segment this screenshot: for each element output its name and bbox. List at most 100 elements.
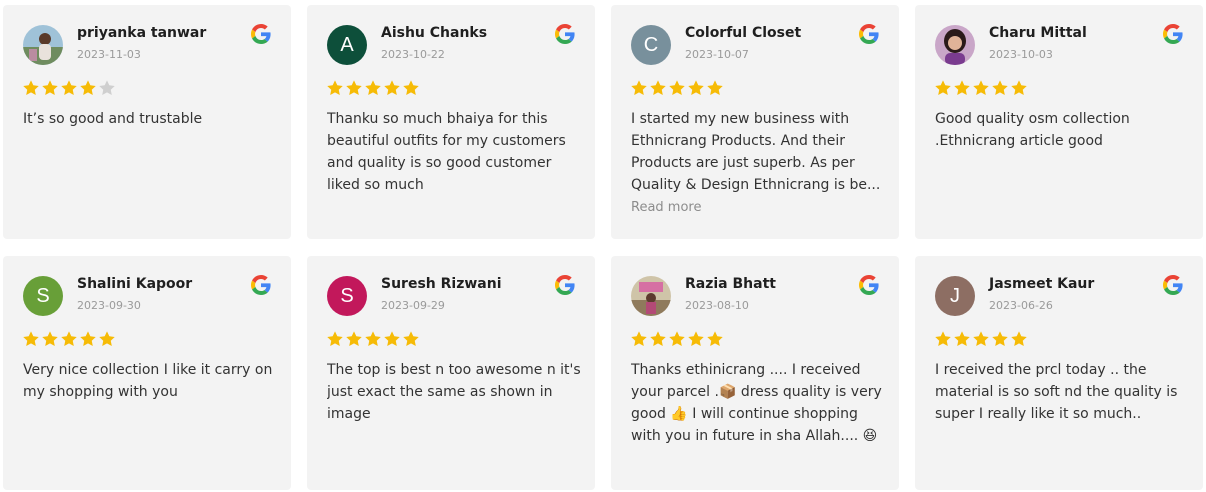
- google-g-icon: [1163, 275, 1183, 295]
- star-filled-icon: [1011, 80, 1027, 96]
- review-text: The top is best n too awesome n it's jus…: [327, 362, 581, 422]
- review-text: I received the prcl today .. the materia…: [935, 362, 1178, 422]
- review-text: It’s so good and trustable: [23, 111, 203, 127]
- star-filled-icon: [631, 331, 647, 347]
- star-filled-icon: [669, 331, 685, 347]
- review-card: priyanka tanwar 2023-11-03 It’s so good …: [3, 5, 291, 239]
- read-more-link[interactable]: Read more: [631, 200, 701, 215]
- star-filled-icon: [650, 331, 666, 347]
- review-text: Good quality osm collection .Ethnicrang …: [935, 111, 1130, 149]
- avatar-letter: C: [643, 33, 659, 56]
- reviews-grid: priyanka tanwar 2023-11-03 It’s so good …: [0, 0, 1206, 492]
- star-filled-icon: [707, 80, 723, 96]
- reviewer-name: Colorful Closet: [685, 25, 802, 41]
- star-filled-icon: [23, 80, 39, 96]
- star-rating: [326, 330, 420, 348]
- avatar: [631, 276, 671, 316]
- star-rating: [22, 79, 116, 97]
- star-rating: [326, 79, 420, 97]
- star-filled-icon: [61, 80, 77, 96]
- review-date: 2023-10-03: [989, 48, 1053, 61]
- google-g-icon: [859, 275, 879, 295]
- star-rating: [630, 79, 724, 97]
- reviewer-name: Aishu Chanks: [381, 25, 488, 41]
- review-card: Razia Bhatt 2023-08-10 Thanks ethinicran…: [611, 256, 899, 490]
- review-card: A Aishu Chanks 2023-10-22 Thanku so much…: [307, 5, 595, 239]
- review-date: 2023-11-03: [77, 48, 141, 61]
- star-filled-icon: [650, 80, 666, 96]
- star-filled-icon: [365, 331, 381, 347]
- star-empty-icon: [99, 80, 115, 96]
- star-filled-icon: [688, 331, 704, 347]
- star-rating: [934, 79, 1028, 97]
- star-filled-icon: [992, 331, 1008, 347]
- review-date: 2023-09-29: [381, 299, 445, 312]
- avatar-letter: A: [340, 33, 354, 56]
- star-rating: [22, 330, 116, 348]
- reviewer-name: Razia Bhatt: [685, 276, 776, 292]
- star-rating: [934, 330, 1028, 348]
- google-g-icon: [859, 24, 879, 44]
- star-filled-icon: [384, 331, 400, 347]
- reviewer-name: Shalini Kapoor: [77, 276, 193, 292]
- avatar: S: [23, 276, 63, 316]
- star-filled-icon: [954, 331, 970, 347]
- review-date: 2023-10-07: [685, 48, 749, 61]
- star-filled-icon: [403, 331, 419, 347]
- review-date: 2023-06-26: [989, 299, 1053, 312]
- avatar: [935, 25, 975, 65]
- star-filled-icon: [365, 80, 381, 96]
- star-filled-icon: [346, 331, 362, 347]
- reviewer-name: Charu Mittal: [989, 25, 1087, 41]
- star-filled-icon: [935, 80, 951, 96]
- review-date: 2023-09-30: [77, 299, 141, 312]
- star-filled-icon: [80, 331, 96, 347]
- star-filled-icon: [384, 80, 400, 96]
- google-g-icon: [1163, 24, 1183, 44]
- avatar: S: [327, 276, 367, 316]
- star-filled-icon: [61, 331, 77, 347]
- star-filled-icon: [688, 80, 704, 96]
- avatar-letter: S: [340, 284, 354, 307]
- google-g-icon: [251, 24, 271, 44]
- review-text: Very nice collection I like it carry on …: [23, 362, 273, 400]
- reviewer-name: Jasmeet Kaur: [989, 276, 1095, 292]
- star-filled-icon: [992, 80, 1008, 96]
- star-filled-icon: [707, 331, 723, 347]
- reviewer-name: Suresh Rizwani: [381, 276, 502, 292]
- star-filled-icon: [669, 80, 685, 96]
- star-filled-icon: [42, 80, 58, 96]
- star-filled-icon: [631, 80, 647, 96]
- reviewer-name: priyanka tanwar: [77, 25, 207, 41]
- star-filled-icon: [42, 331, 58, 347]
- star-filled-icon: [403, 80, 419, 96]
- avatar-letter: S: [36, 284, 50, 307]
- review-card: J Jasmeet Kaur 2023-06-26 I received the…: [915, 256, 1203, 490]
- star-filled-icon: [954, 80, 970, 96]
- review-date: 2023-10-22: [381, 48, 445, 61]
- star-filled-icon: [23, 331, 39, 347]
- review-card: S Suresh Rizwani 2023-09-29 The top is b…: [307, 256, 595, 490]
- avatar: J: [935, 276, 975, 316]
- review-text: Thanku so much bhaiya for this beautiful…: [327, 111, 566, 193]
- google-g-icon: [555, 275, 575, 295]
- review-card: S Shalini Kapoor 2023-09-30 Very nice co…: [3, 256, 291, 490]
- google-g-icon: [251, 275, 271, 295]
- review-card: C Colorful Closet 2023-10-07 I started m…: [611, 5, 899, 239]
- review-text: I started my new business with Ethnicran…: [631, 111, 881, 193]
- google-g-icon: [555, 24, 575, 44]
- star-filled-icon: [1011, 331, 1027, 347]
- star-filled-icon: [80, 80, 96, 96]
- review-text: Thanks ethinicrang .... I received your …: [631, 362, 882, 444]
- star-rating: [630, 330, 724, 348]
- avatar: A: [327, 25, 367, 65]
- star-filled-icon: [327, 331, 343, 347]
- star-filled-icon: [327, 80, 343, 96]
- review-card: Charu Mittal 2023-10-03 Good quality osm…: [915, 5, 1203, 239]
- avatar: C: [631, 25, 671, 65]
- star-filled-icon: [346, 80, 362, 96]
- star-filled-icon: [935, 331, 951, 347]
- avatar-letter: J: [950, 284, 960, 307]
- avatar: [23, 25, 63, 65]
- star-filled-icon: [973, 331, 989, 347]
